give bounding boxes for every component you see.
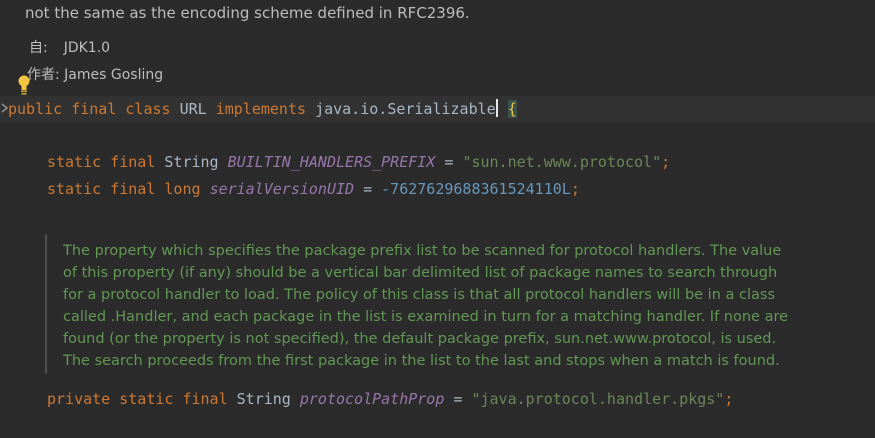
since-label: 自: [29,40,48,56]
assign-operator: = [363,180,373,198]
author-value: James Gosling [64,67,164,83]
keyword-final: final [71,100,117,118]
keyword-static: static [119,390,174,408]
keyword-final: final [110,180,156,198]
javadoc-author-tag: 作者: James Gosling [27,64,163,84]
rendered-doc-comment[interactable]: The property which specifies the package… [45,234,837,374]
interface-package: java.io. [315,100,388,118]
field-builtin-handlers-prefix[interactable]: static final String BUILTIN_HANDLERS_PRE… [47,152,670,172]
type-string: String [236,390,291,408]
doc-line: The search proceeds from the first packa… [63,353,780,369]
doc-line: of this property (if any) should be a ve… [63,265,778,281]
text-caret [495,99,498,117]
javadoc-since-tag: 自: JDK1.0 [29,37,110,57]
field-name: serialVersionUID [209,180,355,198]
assign-operator: = [453,390,463,408]
doc-line: The property which specifies the package… [63,243,782,259]
javadoc-text-line: not the same as the encoding scheme defi… [25,4,470,22]
class-declaration-line[interactable]: public final class URL implements java.i… [8,99,517,119]
keyword-private: private [47,390,111,408]
keyword-implements: implements [215,100,307,118]
keyword-final: final [182,390,228,408]
doc-line: for a protocol handler to load. The poli… [63,287,775,303]
string-literal: "java.protocol.handler.pkgs" [471,390,725,408]
open-brace: { [507,100,517,118]
lightbulb-icon[interactable] [16,74,32,96]
keyword-final: final [110,153,156,171]
keyword-static: static [47,153,102,171]
field-name: protocolPathProp [299,390,445,408]
interface-name: Serializable [387,100,496,118]
class-name: URL [179,100,207,118]
doc-line: called .Handler, and each package in the… [63,309,789,325]
number-literal: -7627629688361524110L [381,180,571,198]
semicolon: ; [724,390,734,408]
code-editor[interactable]: not the same as the encoding scheme defi… [0,0,875,438]
doc-comment-text: The property which specifies the package… [63,240,833,372]
doc-line: found (or the property is not specified)… [63,331,777,347]
field-name: BUILTIN_HANDLERS_PREFIX [227,153,436,171]
semicolon: ; [570,180,580,198]
assign-operator: = [444,153,454,171]
keyword-public: public [8,100,63,118]
semicolon: ; [661,153,671,171]
string-literal: "sun.net.www.protocol" [462,153,662,171]
keyword-class: class [125,100,171,118]
type-string: String [164,153,219,171]
field-protocol-path-prop[interactable]: private static final String protocolPath… [47,389,733,409]
keyword-static: static [47,180,102,198]
field-serial-version-uid[interactable]: static final long serialVersionUID = -76… [47,179,580,199]
since-value: JDK1.0 [63,40,111,56]
keyword-long: long [164,180,201,198]
